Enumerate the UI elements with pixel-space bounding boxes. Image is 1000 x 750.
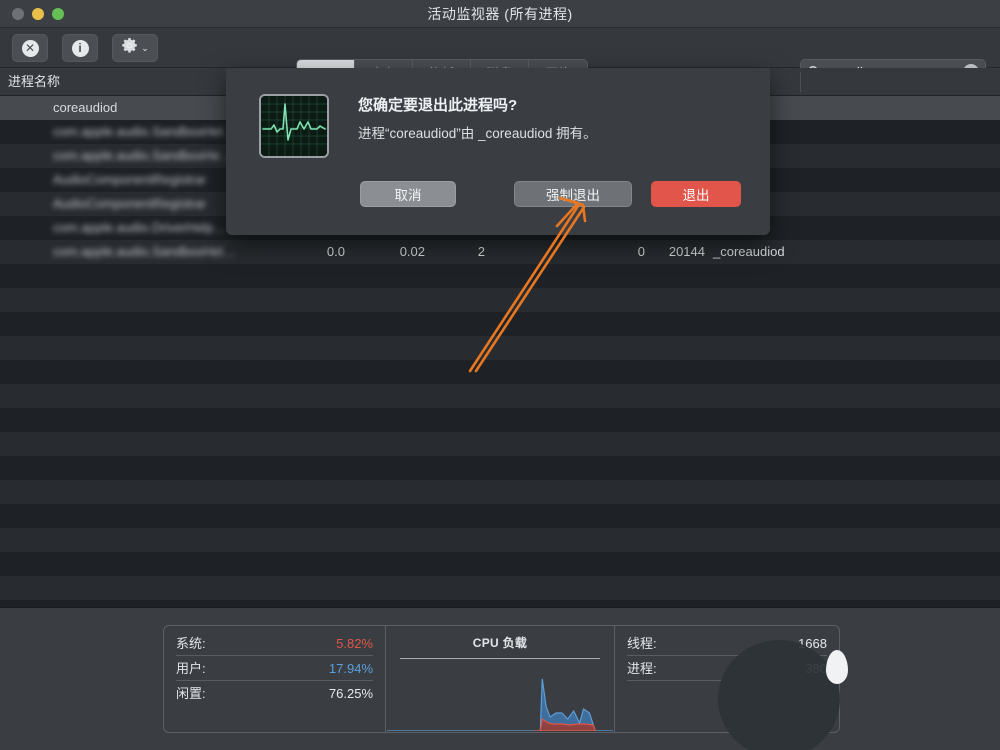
cell-process-name: AudioComponentRegistrar [53, 192, 206, 216]
quit-button[interactable]: 退出 [651, 181, 741, 207]
dialog-message: 进程“coreaudiod”由 _coreaudiod 拥有。 [358, 122, 597, 142]
table-row[interactable] [0, 600, 1000, 607]
cell-process-name: coreaudiod [53, 96, 117, 120]
cell-user: _coreaudiod [713, 240, 785, 264]
activity-monitor-window: 活动监视器 (所有进程) ✕ i ⌄ CPU 内存 能耗 磁盘 网络 [0, 0, 1000, 750]
cell-process-name: com.apple.audio.SandboxHe… [53, 144, 233, 168]
activity-monitor-icon [259, 94, 329, 158]
table-row[interactable] [0, 360, 1000, 384]
stat-threads-label: 线程: [627, 636, 657, 651]
inspect-process-button[interactable]: i [62, 34, 98, 62]
cell-ports: 0 [595, 240, 645, 264]
footer-stats-bar: 系统: 5.82% 用户: 17.94% 闲置: 76.25% CPU 负载 [0, 607, 1000, 750]
cpu-load-title: CPU 负载 [386, 634, 614, 651]
cell-threads: 2 [435, 240, 485, 264]
cell-pid: 20144 [645, 240, 705, 264]
cell-process-name: AudioComponentRegistrar [53, 168, 206, 192]
toolbar: ✕ i ⌄ CPU 内存 能耗 磁盘 网络 [0, 28, 1000, 68]
table-row[interactable] [0, 456, 1000, 480]
table-row[interactable] [0, 336, 1000, 360]
cpu-usage-panel: 系统: 5.82% 用户: 17.94% 闲置: 76.25% [163, 625, 385, 733]
cell-time: 0.02 [355, 240, 425, 264]
quit-process-button[interactable]: ✕ [12, 34, 48, 62]
table-row[interactable] [0, 288, 1000, 312]
stat-system: 系统: 5.82% [176, 631, 373, 656]
table-row[interactable] [0, 480, 1000, 504]
cell-process-name: com.apple.audio.DriverHelp… [53, 216, 226, 240]
table-row[interactable] [0, 552, 1000, 576]
column-header-process-name[interactable]: 进程名称 [8, 68, 60, 96]
stat-idle-label: 闲置: [176, 686, 206, 701]
chevron-down-icon: ⌄ [141, 44, 149, 53]
stat-processes-label: 进程: [627, 661, 657, 676]
column-divider[interactable] [800, 72, 801, 92]
force-quit-button[interactable]: 强制退出 [514, 181, 632, 207]
table-row[interactable] [0, 384, 1000, 408]
table-row[interactable] [0, 408, 1000, 432]
stat-user-value: 17.94% [329, 656, 373, 681]
table-row[interactable] [0, 576, 1000, 600]
cancel-button[interactable]: 取消 [360, 181, 456, 207]
table-row[interactable] [0, 264, 1000, 288]
stat-system-value: 5.82% [336, 631, 373, 656]
dialog-title: 您确定要退出此进程吗? [358, 94, 517, 115]
overlay-circle [718, 640, 840, 750]
cell-process-name: com.apple.audio.SandboxHel… [53, 240, 236, 264]
stat-user-label: 用户: [176, 661, 206, 676]
table-row[interactable]: com.apple.audio.SandboxHel… 0.0 0.02 2 0… [0, 240, 1000, 264]
gear-icon [121, 37, 138, 59]
cell-process-name: com.apple.audio.SandboxHel… [53, 120, 236, 144]
table-row[interactable] [0, 528, 1000, 552]
table-row[interactable] [0, 504, 1000, 528]
title-bar: 活动监视器 (所有进程) [0, 0, 1000, 28]
stat-system-label: 系统: [176, 636, 206, 651]
x-circle-icon: ✕ [22, 40, 39, 57]
confirm-quit-dialog: 您确定要退出此进程吗? 进程“coreaudiod”由 _coreaudiod … [226, 68, 770, 235]
cpu-load-divider [400, 658, 600, 659]
overlay-highlight [826, 650, 848, 684]
stat-idle: 闲置: 76.25% [176, 681, 373, 706]
info-circle-icon: i [72, 40, 89, 57]
stat-idle-value: 76.25% [329, 681, 373, 706]
cpu-load-graph-panel: CPU 负载 [385, 625, 615, 733]
table-row[interactable] [0, 432, 1000, 456]
settings-menu-button[interactable]: ⌄ [112, 34, 158, 62]
stat-user: 用户: 17.94% [176, 656, 373, 681]
table-row[interactable] [0, 312, 1000, 336]
cpu-load-chart [387, 669, 613, 731]
window-title: 活动监视器 (所有进程) [0, 0, 1000, 28]
cell-cpu: 0.0 [275, 240, 345, 264]
